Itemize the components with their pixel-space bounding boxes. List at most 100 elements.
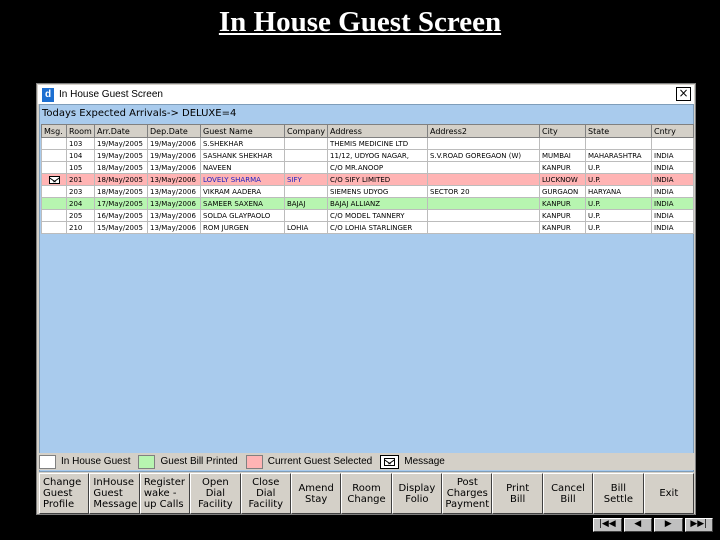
display-folio-button[interactable]: Display Folio	[391, 473, 443, 514]
legend-message-label: Message	[404, 456, 445, 467]
table-row[interactable]: 204 17/May/2005 13/May/2006 SAMEER SAXENA BA…	[41, 197, 694, 210]
previous-slide-button[interactable]: ◀	[623, 518, 652, 532]
mail-icon	[48, 175, 60, 184]
table-cell-arr: 18/May/2005	[94, 185, 148, 198]
bill-settle-button[interactable]: Bill Settle	[593, 473, 644, 514]
table-cell-dep: 19/May/2006	[147, 149, 201, 162]
expected-arrivals-label: Todays Expected Arrivals-> DELUXE=4	[42, 108, 237, 119]
msg-cell	[41, 185, 67, 198]
action-toolbar: Change Guest Profile InHouse Guest Messag…	[39, 473, 694, 514]
column-header[interactable]: Company	[284, 124, 328, 138]
table-row[interactable]: 205 16/May/2005 13/May/2006 SOLDA GLAYPAOLO…	[41, 209, 694, 222]
print-bill-button[interactable]: Print Bill	[492, 473, 543, 514]
table-row[interactable]: 104 19/May/2005 19/May/2006 SASHANK SHEKHAR…	[41, 149, 694, 162]
table-cell-room: 201	[66, 173, 95, 186]
table-cell-guest: SAMEER SAXENA	[200, 197, 285, 210]
change-guest-profile-button[interactable]: Change Guest Profile	[39, 473, 90, 514]
table-cell-room: 103	[66, 137, 95, 150]
table-cell-guest: SASHANK SHEKHAR	[200, 149, 285, 162]
column-header[interactable]: Msg.	[41, 124, 67, 138]
table-cell-address2	[427, 137, 540, 150]
first-slide-button[interactable]: |◀◀	[593, 518, 622, 532]
table-cell-state: U.P.	[585, 161, 652, 174]
table-cell-address: SIEMENS UDYOG	[327, 185, 428, 198]
table-cell-arr: 19/May/2005	[94, 149, 148, 162]
legend-bill-printed: Guest Bill Printed	[138, 454, 238, 469]
msg-cell	[41, 197, 67, 210]
table-row[interactable]: 201 18/May/2005 13/May/2006 LOVELY SHARMA SI…	[41, 173, 694, 186]
room-change-button[interactable]: Room Change	[341, 473, 392, 514]
table-cell-country	[651, 137, 694, 150]
guest-list-panel: Todays Expected Arrivals-> DELUXE=4 Msg.…	[39, 104, 694, 472]
column-header[interactable]: Guest Name	[200, 124, 285, 138]
close-dial-facility-button[interactable]: Close Dial Facility	[240, 473, 291, 514]
inhouse-guest-message-button[interactable]: InHouse Guest Message	[89, 473, 140, 514]
table-cell-city: GURGAON	[539, 185, 586, 198]
column-header[interactable]: Dep.Date	[147, 124, 201, 138]
table-cell-guest: SOLDA GLAYPAOLO	[200, 209, 285, 222]
legend-in-house: In House Guest	[39, 454, 131, 469]
table-cell-country: INDIA	[651, 161, 694, 174]
exit-button[interactable]: Exit	[643, 473, 694, 514]
table-header-row: Msg. Room Arr.Date Dep.Date Guest Name Compan…	[41, 124, 694, 138]
table-cell-room: 210	[66, 221, 95, 234]
table-cell-state: HARYANA	[585, 185, 652, 198]
amend-stay-button[interactable]: Amend Stay	[290, 473, 342, 514]
table-cell-room: 205	[66, 209, 95, 222]
guest-window: d In House Guest Screen × Todays Expecte…	[36, 83, 696, 515]
column-header[interactable]: Room	[66, 124, 95, 138]
table-cell-address2	[427, 173, 540, 186]
table-cell-address2	[427, 161, 540, 174]
table-cell-company	[284, 161, 328, 174]
table-cell-city	[539, 137, 586, 150]
legend-selected: Current Guest Selected	[245, 454, 372, 469]
table-cell-room: 204	[66, 197, 95, 210]
table-cell-city: LUCKNOW	[539, 173, 586, 186]
selected-swatch	[245, 454, 263, 469]
column-header[interactable]: Arr.Date	[94, 124, 148, 138]
legend-in-house-label: In House Guest	[61, 456, 131, 467]
table-cell-address2	[427, 209, 540, 222]
table-cell-address: C/O SIFY LIMITED	[327, 173, 428, 186]
column-header[interactable]: Cntry	[651, 124, 694, 138]
table-cell-city: KANPUR	[539, 209, 586, 222]
post-charges-payment-button[interactable]: Post Charges Payment	[442, 473, 493, 514]
cancel-bill-button[interactable]: Cancel Bill	[542, 473, 594, 514]
table-cell-dep: 13/May/2006	[147, 173, 201, 186]
table-cell-guest: NAVEEN	[200, 161, 285, 174]
table-cell-room: 105	[66, 161, 95, 174]
table-cell-address: C/O MR.ANOOP	[327, 161, 428, 174]
table-cell-arr: 16/May/2005	[94, 209, 148, 222]
table-cell-company	[284, 185, 328, 198]
table-cell-address2: S.V.ROAD GOREGAON (W)	[427, 149, 540, 162]
column-header[interactable]: State	[585, 124, 652, 138]
column-header[interactable]: Address	[327, 124, 428, 138]
table-cell-arr: 19/May/2005	[94, 137, 148, 150]
table-cell-city: KANPUR	[539, 197, 586, 210]
column-header[interactable]: City	[539, 124, 586, 138]
column-header[interactable]: Address2	[427, 124, 540, 138]
table-cell-state: MAHARASHTRA	[585, 149, 652, 162]
table-cell-dep: 13/May/2006	[147, 221, 201, 234]
table-row[interactable]: 210 15/May/2005 13/May/2006 ROM JURGEN LOHIA…	[41, 221, 694, 234]
table-row[interactable]: 203 18/May/2005 13/May/2006 VIKRAM AADERA SI…	[41, 185, 694, 198]
table-cell-state: U.P.	[585, 209, 652, 222]
table-cell-guest: ROM JURGEN	[200, 221, 285, 234]
last-slide-button[interactable]: ▶▶|	[684, 518, 713, 532]
table-cell-address2	[427, 197, 540, 210]
open-dial-facility-button[interactable]: Open Dial Facility	[190, 473, 241, 514]
table-cell-address2: SECTOR 20	[427, 185, 540, 198]
legend-bill-printed-label: Guest Bill Printed	[160, 456, 238, 467]
table-row[interactable]: 103 19/May/2005 19/May/2006 S.SHEKHAR THEMIS…	[41, 137, 694, 150]
table-body: 103 19/May/2005 19/May/2006 S.SHEKHAR THEMIS…	[41, 137, 694, 234]
table-row[interactable]: 105 18/May/2005 13/May/2006 NAVEEN C/O MR.AN…	[41, 161, 694, 174]
table-cell-address: BAJAJ ALLIANZ	[327, 197, 428, 210]
table-cell-address: C/O LOHIA STARLINGER	[327, 221, 428, 234]
close-button[interactable]: ×	[676, 87, 691, 101]
msg-cell	[41, 161, 67, 174]
mail-icon	[380, 454, 400, 469]
table-cell-dep: 13/May/2006	[147, 197, 201, 210]
table-cell-country: INDIA	[651, 221, 694, 234]
next-slide-button[interactable]: ▶	[654, 518, 683, 532]
register-wakeup-calls-button[interactable]: Register wake - up Calls	[139, 473, 191, 514]
